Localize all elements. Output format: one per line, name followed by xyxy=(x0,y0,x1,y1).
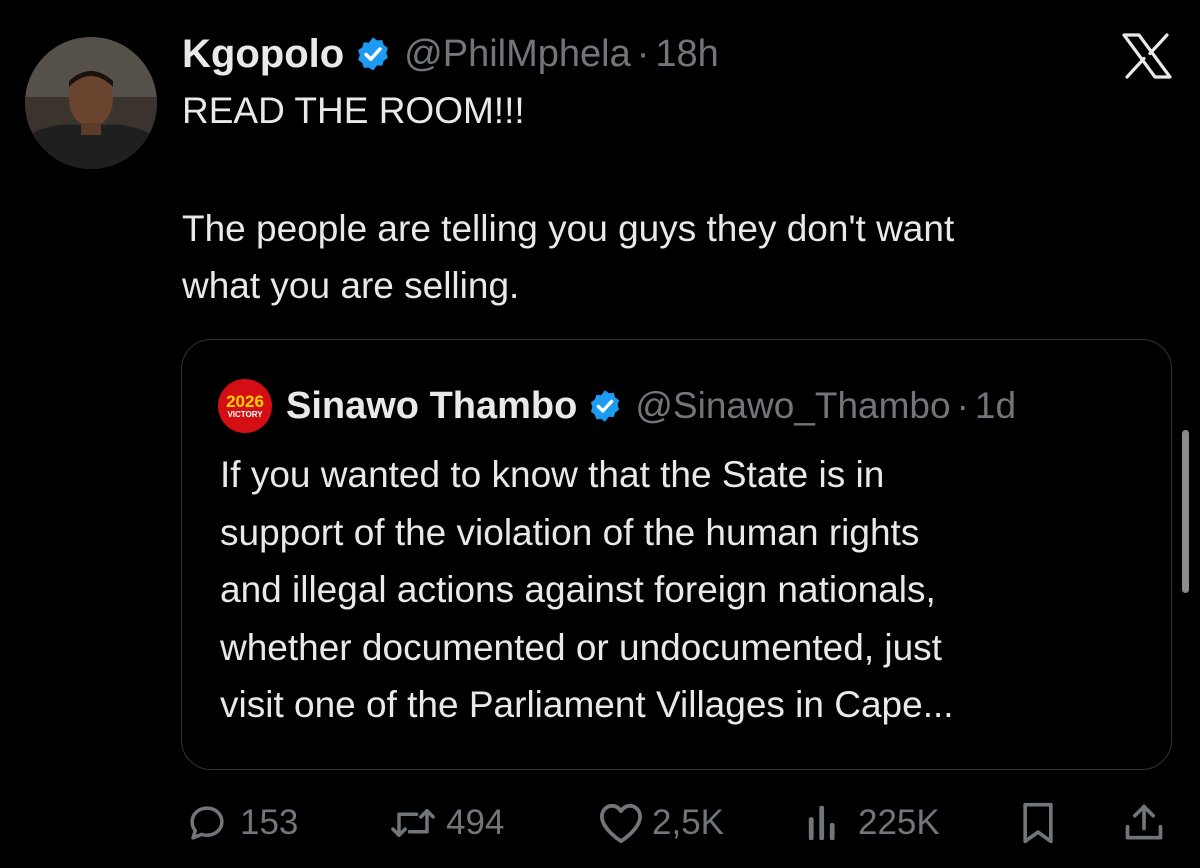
quoted-author-name[interactable]: Sinawo Thambo xyxy=(286,385,577,428)
tweet-text-line-3: what you are selling. xyxy=(182,265,520,306)
verified-badge-icon[interactable] xyxy=(587,388,623,424)
tweet-text-line-2: The people are telling you guys they don… xyxy=(182,208,955,249)
tweet-header: Kgopolo @PhilMphela · 18h xyxy=(182,26,719,82)
author-handle[interactable]: @PhilMphela xyxy=(404,33,631,76)
quoted-header-separator: · xyxy=(956,385,969,426)
views-icon xyxy=(806,802,846,844)
repost-count: 494 xyxy=(446,803,505,842)
bookmark-icon xyxy=(1018,801,1058,845)
verified-badge-icon[interactable] xyxy=(354,35,392,73)
views-button[interactable]: 225K xyxy=(806,790,940,856)
quoted-avatar-text: VICTORY xyxy=(227,409,263,419)
quoted-avatar-year: 2026 xyxy=(226,391,264,411)
quoted-text-line: If you wanted to know that the State is … xyxy=(220,454,885,495)
quoted-tweet-header: 2026 VICTORY Sinawo Thambo @Sinawo_Thamb… xyxy=(218,378,1016,434)
reply-icon xyxy=(186,802,228,844)
author-name[interactable]: Kgopolo xyxy=(182,32,344,77)
tweet-text-line-1: READ THE ROOM!!! xyxy=(182,90,525,131)
tweet-action-bar: 153 494 2,5K 225K xyxy=(0,790,1200,856)
scrollbar[interactable] xyxy=(1182,430,1189,593)
bookmark-button[interactable] xyxy=(1018,790,1058,856)
share-button[interactable] xyxy=(1122,790,1166,856)
quoted-tweet-card[interactable]: 2026 VICTORY Sinawo Thambo @Sinawo_Thamb… xyxy=(181,339,1172,770)
author-avatar[interactable] xyxy=(25,37,157,169)
views-count: 225K xyxy=(858,803,940,842)
quoted-tweet-text: If you wanted to know that the State is … xyxy=(220,446,954,734)
repost-button[interactable]: 494 xyxy=(388,790,504,856)
quoted-text-line: support of the violation of the human ri… xyxy=(220,511,920,553)
like-count: 2,5K xyxy=(652,803,724,842)
reply-count: 153 xyxy=(240,803,299,842)
quoted-author-handle[interactable]: @Sinawo_Thambo xyxy=(635,385,950,427)
x-logo-icon[interactable] xyxy=(1122,33,1172,79)
quoted-tweet-timestamp[interactable]: 1d xyxy=(975,385,1016,427)
quoted-author-avatar[interactable]: 2026 VICTORY xyxy=(218,379,272,433)
quoted-text-line: whether documented or undocumented, just xyxy=(220,626,942,668)
like-button[interactable]: 2,5K xyxy=(598,790,724,856)
repost-icon xyxy=(388,802,438,844)
heart-icon xyxy=(598,802,644,844)
reply-button[interactable]: 153 xyxy=(186,790,298,856)
quoted-text-line: and illegal actions against foreign nati… xyxy=(220,569,936,610)
share-icon xyxy=(1122,801,1166,845)
tweet-timestamp[interactable]: 18h xyxy=(655,33,718,76)
quoted-text-line: visit one of the Parliament Villages in … xyxy=(220,684,954,725)
header-separator: · xyxy=(636,32,650,75)
